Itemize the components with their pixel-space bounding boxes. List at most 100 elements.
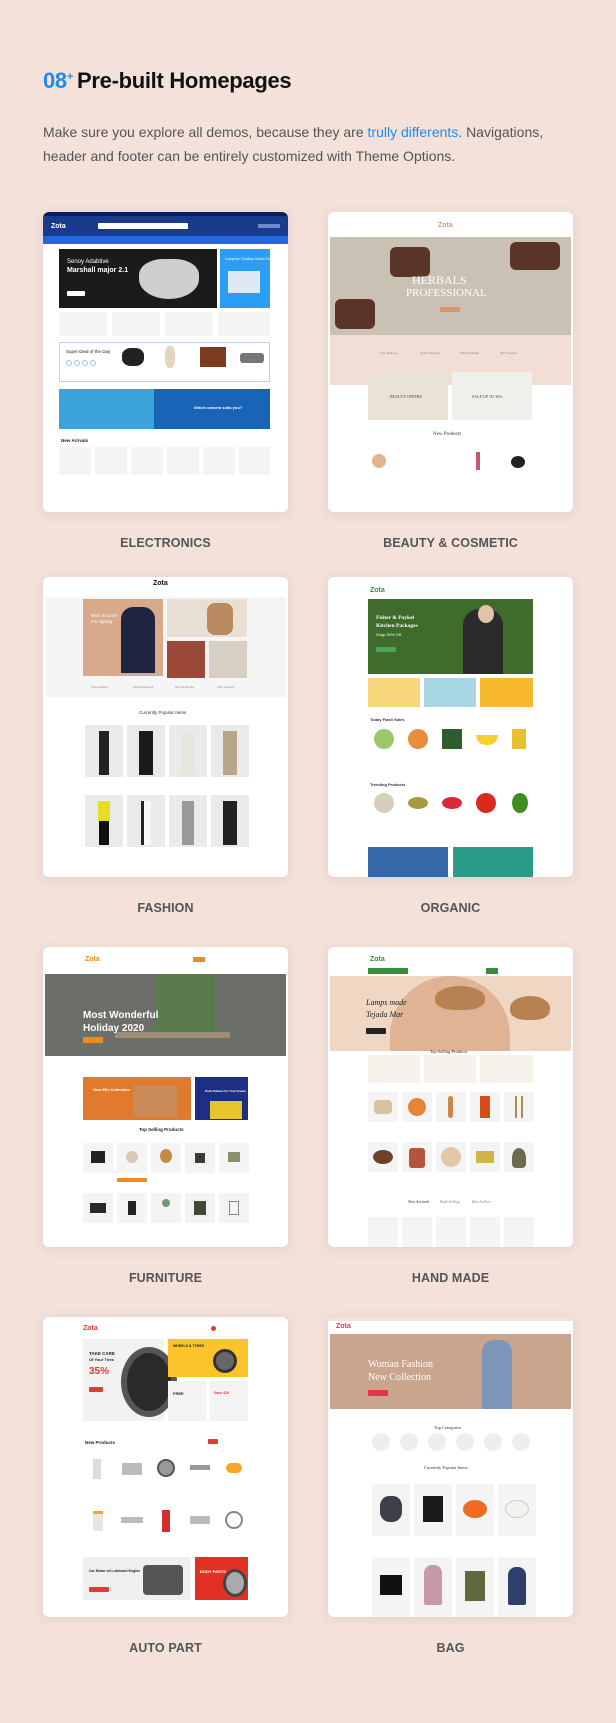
product-card[interactable] <box>167 447 199 475</box>
promo-banner[interactable] <box>453 847 533 877</box>
product-card[interactable] <box>402 448 432 476</box>
collection-banner[interactable]: New Elle Collection <box>83 1077 191 1120</box>
product-card[interactable] <box>83 1193 113 1223</box>
shop-now-button[interactable] <box>440 307 460 312</box>
product-card[interactable] <box>436 1217 466 1247</box>
product-card[interactable] <box>470 1142 500 1172</box>
demo-card-organic[interactable]: Zota Fisher & Paykel Kitchen Packages Sn… <box>328 577 573 877</box>
search-button[interactable] <box>193 957 205 962</box>
product-card[interactable] <box>372 1484 410 1536</box>
hero-banner-small[interactable] <box>209 641 247 678</box>
product-image[interactable] <box>408 797 428 809</box>
category-item[interactable] <box>428 1433 446 1451</box>
product-card[interactable] <box>372 1557 410 1617</box>
category-item[interactable] <box>400 1433 418 1451</box>
demo-card-beauty-cosmetic[interactable]: Zota HERBALS PROFESSIONAL Free Delivery … <box>328 212 573 512</box>
hero-banner-main[interactable]: New To Done For Spring <box>83 599 163 676</box>
product-card[interactable] <box>203 447 235 475</box>
product-card[interactable] <box>470 1217 500 1247</box>
product-card[interactable] <box>127 725 165 777</box>
product-card[interactable] <box>436 1142 466 1172</box>
product-card[interactable] <box>117 1193 147 1223</box>
product-card[interactable] <box>504 1142 534 1172</box>
hero-banner[interactable]: Lamps made Tejada Mar <box>330 976 571 1051</box>
product-card[interactable] <box>414 1557 452 1617</box>
category-item[interactable] <box>512 1433 530 1451</box>
search-icon[interactable] <box>211 1326 216 1331</box>
product-card[interactable] <box>185 1455 215 1483</box>
category-item[interactable] <box>372 1433 390 1451</box>
oil-banner[interactable]: Save $15 <box>210 1381 248 1421</box>
tab-both-selling[interactable]: Both Selling <box>440 1199 460 1204</box>
demo-card-fashion[interactable]: Zota New To Done For Spring Free Deliver… <box>43 577 288 877</box>
product-card[interactable] <box>151 1193 181 1223</box>
promo-banner[interactable] <box>368 847 448 877</box>
product-image[interactable] <box>374 793 394 813</box>
product-card[interactable] <box>219 1507 249 1535</box>
product-image[interactable] <box>408 729 428 749</box>
product-card[interactable] <box>83 1507 113 1535</box>
product-card[interactable] <box>456 1557 494 1617</box>
product-card[interactable] <box>436 1092 466 1122</box>
product-card[interactable] <box>127 795 165 847</box>
product-card[interactable] <box>402 1092 432 1122</box>
product-image[interactable] <box>442 797 462 809</box>
product-card[interactable] <box>219 1193 249 1223</box>
product-card[interactable] <box>456 1484 494 1536</box>
hero-banner[interactable]: Most Wonderful Holiday 2020 <box>45 974 286 1056</box>
category-banner[interactable] <box>480 678 533 707</box>
category-item[interactable] <box>456 1433 474 1451</box>
demo-card-hand-made[interactable]: Zota Lamps made Tejada Mar Top Selling P… <box>328 947 573 1247</box>
product-image[interactable] <box>374 729 394 749</box>
hero-banner-top[interactable] <box>167 599 247 637</box>
product-card[interactable] <box>504 1092 534 1122</box>
product-card[interactable] <box>211 795 249 847</box>
product-card[interactable] <box>83 1455 113 1483</box>
hero-banner[interactable]: HERBALS PROFESSIONAL <box>330 237 571 335</box>
product-card[interactable] <box>117 1507 147 1535</box>
hero-banner[interactable]: TAKE CARE Of Your Tires 35% <box>83 1339 177 1421</box>
product-card[interactable] <box>504 1217 534 1247</box>
search-input[interactable] <box>98 223 188 229</box>
demo-card-auto-part[interactable]: Zota TAKE CARE Of Your Tires 35% WHEELS … <box>43 1317 288 1617</box>
product-image[interactable] <box>476 793 496 813</box>
product-card[interactable] <box>219 1143 249 1173</box>
product-card[interactable] <box>85 725 123 777</box>
product-card[interactable] <box>151 1455 181 1483</box>
product-image[interactable] <box>476 735 498 745</box>
tab-best-sellers[interactable]: Best Sellers <box>472 1199 491 1204</box>
shop-now-button[interactable] <box>89 1387 103 1392</box>
wheels-banner[interactable]: WHEELS & TYRES <box>168 1339 248 1377</box>
demo-card-furniture[interactable]: Zota Most Wonderful Holiday 2020 New Ell… <box>43 947 288 1247</box>
product-card[interactable] <box>498 1557 536 1617</box>
beauty-offers-banner[interactable]: BEAUTY OFFERS <box>368 372 448 420</box>
product-card[interactable] <box>185 1193 215 1223</box>
category-tile[interactable] <box>59 312 107 336</box>
pillow-banner[interactable]: Push Pillows for Your Dream <box>195 1077 248 1120</box>
promo-banner[interactable]: Which camera suits you? <box>59 389 270 429</box>
hero-banner[interactable]: Woman Fashion New Collection <box>330 1334 571 1409</box>
product-card[interactable] <box>368 1092 398 1122</box>
add-to-cart-button[interactable] <box>117 1178 147 1182</box>
category-tile[interactable] <box>112 312 160 336</box>
product-card[interactable] <box>185 1143 215 1173</box>
category-banner[interactable] <box>368 678 420 707</box>
category-banner[interactable] <box>480 1055 533 1083</box>
categories-button[interactable] <box>368 968 408 974</box>
product-card[interactable] <box>85 795 123 847</box>
product-card[interactable] <box>219 1455 249 1483</box>
product-image[interactable] <box>512 729 526 749</box>
product-card[interactable] <box>368 1217 398 1247</box>
category-tile[interactable] <box>218 312 270 336</box>
product-card[interactable] <box>368 1142 398 1172</box>
body-parts-banner[interactable]: BODY PARTS <box>195 1557 248 1600</box>
product-card[interactable] <box>498 1484 536 1536</box>
product-card[interactable] <box>211 725 249 777</box>
product-card[interactable] <box>117 1143 147 1173</box>
product-card[interactable] <box>117 1455 147 1483</box>
search-button[interactable] <box>486 968 498 974</box>
shop-now-button[interactable] <box>368 1390 388 1396</box>
category-banner[interactable] <box>424 1055 476 1083</box>
category-tile[interactable] <box>165 312 213 336</box>
sale-banner[interactable]: SALE UP TO 30% <box>452 372 532 420</box>
